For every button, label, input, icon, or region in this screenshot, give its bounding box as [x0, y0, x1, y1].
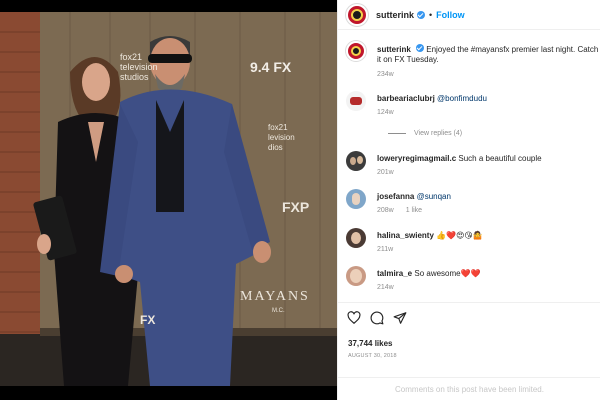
comment-username[interactable]: loweryregimagmail.c: [377, 154, 456, 163]
author-avatar[interactable]: [346, 3, 368, 26]
author-username[interactable]: sutterink: [376, 10, 414, 20]
commenter-avatar[interactable]: [346, 151, 366, 171]
commenter-avatar[interactable]: [346, 228, 366, 248]
caption-username[interactable]: sutterink: [377, 45, 411, 54]
backdrop-studio-text: dios: [268, 143, 283, 152]
verified-badge-icon: [417, 10, 426, 19]
backdrop-fx-text: FX: [140, 313, 155, 327]
comment-username[interactable]: barbeariaclubrj: [377, 94, 435, 103]
comment-likes[interactable]: 1 like: [406, 207, 422, 214]
backdrop-studio-text: levision: [268, 133, 295, 142]
backdrop-studio-text: fox21: [268, 123, 288, 132]
view-replies-line: [388, 133, 406, 134]
backdrop-studio-text: fox21: [120, 52, 142, 62]
comment-username[interactable]: josefanna: [377, 192, 414, 201]
commenter-avatar[interactable]: [346, 189, 366, 209]
comment-meta: 201w: [377, 169, 404, 176]
post-date[interactable]: AUGUST 30, 2018: [348, 353, 397, 359]
heart-icon[interactable]: [347, 311, 361, 325]
caption-text: Enjoyed the #mayansfx premier last night…: [377, 45, 599, 64]
follow-button[interactable]: Follow: [436, 10, 465, 20]
backdrop-studio-text: television: [120, 62, 158, 72]
comments-limited-notice: Comments on this post have been limited.: [338, 377, 600, 400]
post-photo[interactable]: 9.4 FX fox21 television studios fox21 le…: [0, 12, 337, 386]
caption-timestamp[interactable]: 234w: [377, 71, 394, 78]
comment-mention[interactable]: @bonfimdudu: [437, 94, 487, 103]
backdrop-network-text: 9.4 FX: [250, 59, 292, 75]
comment-timestamp[interactable]: 124w: [377, 109, 394, 116]
post-header: sutterink • Follow: [338, 0, 600, 30]
commenter-avatar[interactable]: [346, 91, 366, 111]
backdrop-show-sub-text: M.C.: [272, 308, 285, 314]
backdrop-show-text: MAYANS: [240, 289, 310, 304]
comment-timestamp[interactable]: 214w: [377, 284, 394, 291]
comment-timestamp[interactable]: 208w: [377, 207, 394, 214]
verified-badge-icon: [416, 44, 425, 52]
view-replies-button[interactable]: View replies (4): [388, 130, 462, 137]
header-separator: •: [429, 9, 433, 20]
comments-list[interactable]: sutterink Enjoyed the #mayansfx premier …: [338, 31, 600, 301]
action-icons: [347, 311, 407, 325]
comment-meta: 214w: [377, 284, 404, 291]
comment-text: 👍❤️😍😘🤷: [436, 231, 483, 240]
comment-text: Such a beautiful couple: [458, 154, 542, 163]
likes-count[interactable]: 37,744 likes: [348, 339, 392, 348]
post-actions: 37,744 likes AUGUST 30, 2018 Comments on…: [338, 302, 600, 400]
post-media[interactable]: 9.4 FX fox21 television studios fox21 le…: [0, 0, 337, 400]
comment-meta: 124w: [377, 109, 404, 116]
comment-username[interactable]: talmira_e: [377, 269, 412, 278]
caption-meta: 234w: [377, 71, 404, 78]
backdrop-fxp-text: FXP: [282, 199, 309, 215]
commenter-avatar[interactable]: [346, 266, 366, 286]
comment-icon[interactable]: [370, 311, 384, 325]
photo-scene: 9.4 FX fox21 television studios fox21 le…: [0, 12, 337, 386]
comment-username[interactable]: halina_swienty: [377, 231, 434, 240]
comment-meta: 208w 1 like: [377, 207, 432, 214]
view-replies-label: View replies (4): [414, 130, 463, 137]
author-avatar[interactable]: [346, 41, 366, 61]
comment-text: So awesome❤️❤️: [414, 269, 481, 278]
comment-meta: 211w: [377, 246, 403, 253]
comment-timestamp[interactable]: 211w: [377, 246, 393, 253]
share-icon[interactable]: [393, 311, 407, 325]
backdrop-studio-text: studios: [120, 72, 149, 82]
post-side-panel: sutterink • Follow sutterink Enjoyed the…: [337, 0, 600, 400]
comment-timestamp[interactable]: 201w: [377, 169, 394, 176]
comment-mention[interactable]: @sunqan: [417, 192, 451, 201]
